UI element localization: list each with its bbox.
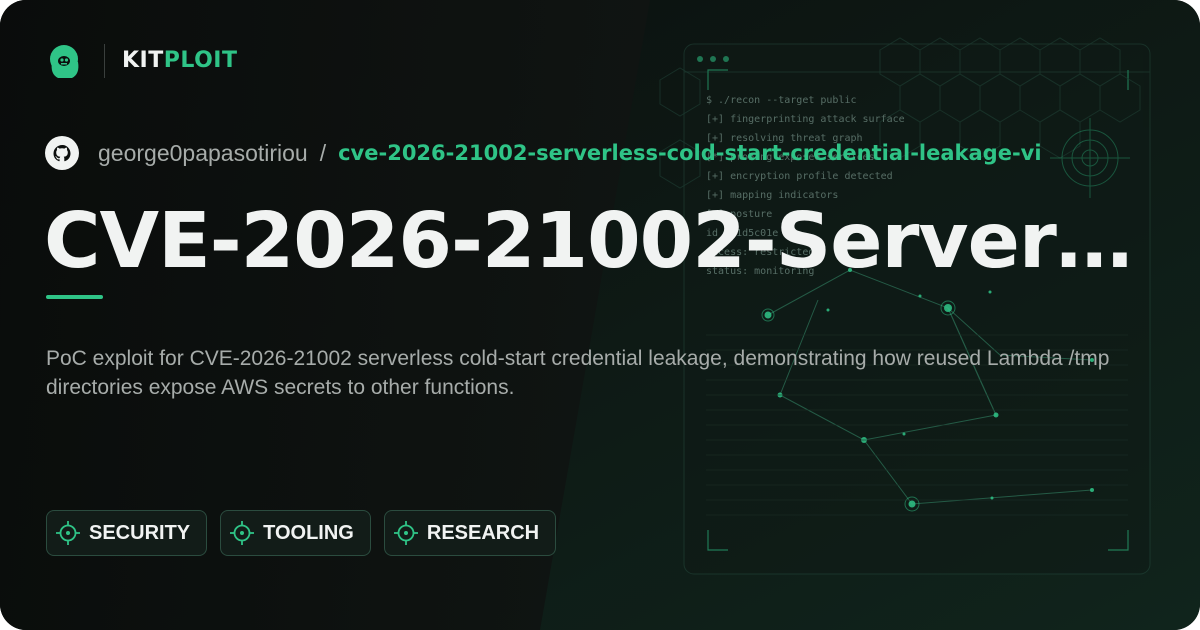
terminal-line: [+] encryption profile detected	[706, 171, 893, 182]
header-divider	[104, 44, 105, 78]
repo-name[interactable]: cve-2026-21002-serverless-cold-start-cre…	[338, 141, 1041, 165]
brand-name[interactable]: KITPLOIT	[122, 47, 238, 75]
page-title: CVE-2026-21002-Server…	[44, 197, 1133, 286]
tag-list: SECURITY TOOLING RESEARCH	[46, 510, 569, 556]
terminal-line: $ ./recon --target public	[706, 95, 857, 106]
crosshair-icon	[393, 521, 418, 545]
crosshair-icon	[56, 521, 80, 545]
social-card: $ ./recon --target public [+] fingerprint…	[0, 0, 1200, 630]
kitploit-logo-icon[interactable]	[44, 40, 88, 84]
terminal-line: [+] fingerprinting attack surface	[706, 114, 905, 125]
repo-separator: /	[319, 139, 327, 166]
tag-label: TOOLING	[263, 521, 354, 544]
repo-description: PoC exploit for CVE-2026-21002 serverles…	[46, 347, 1110, 399]
brand-name-part1: KIT	[122, 48, 164, 73]
repo-owner[interactable]: george0papasotiriou	[98, 140, 308, 167]
tag-security[interactable]: SECURITY	[46, 510, 208, 556]
crosshair-icon	[230, 521, 255, 545]
tag-research[interactable]: RESEARCH	[383, 510, 557, 556]
title-underline	[46, 295, 103, 299]
brand-name-part2: PLOIT	[163, 48, 238, 73]
tag-label: SECURITY	[89, 521, 191, 544]
tag-tooling[interactable]: TOOLING	[220, 510, 371, 556]
repo-breadcrumb: george0papasotiriou / cve-2026-21002-ser…	[44, 134, 1042, 172]
github-icon	[45, 136, 79, 170]
tag-label: RESEARCH	[426, 521, 540, 544]
